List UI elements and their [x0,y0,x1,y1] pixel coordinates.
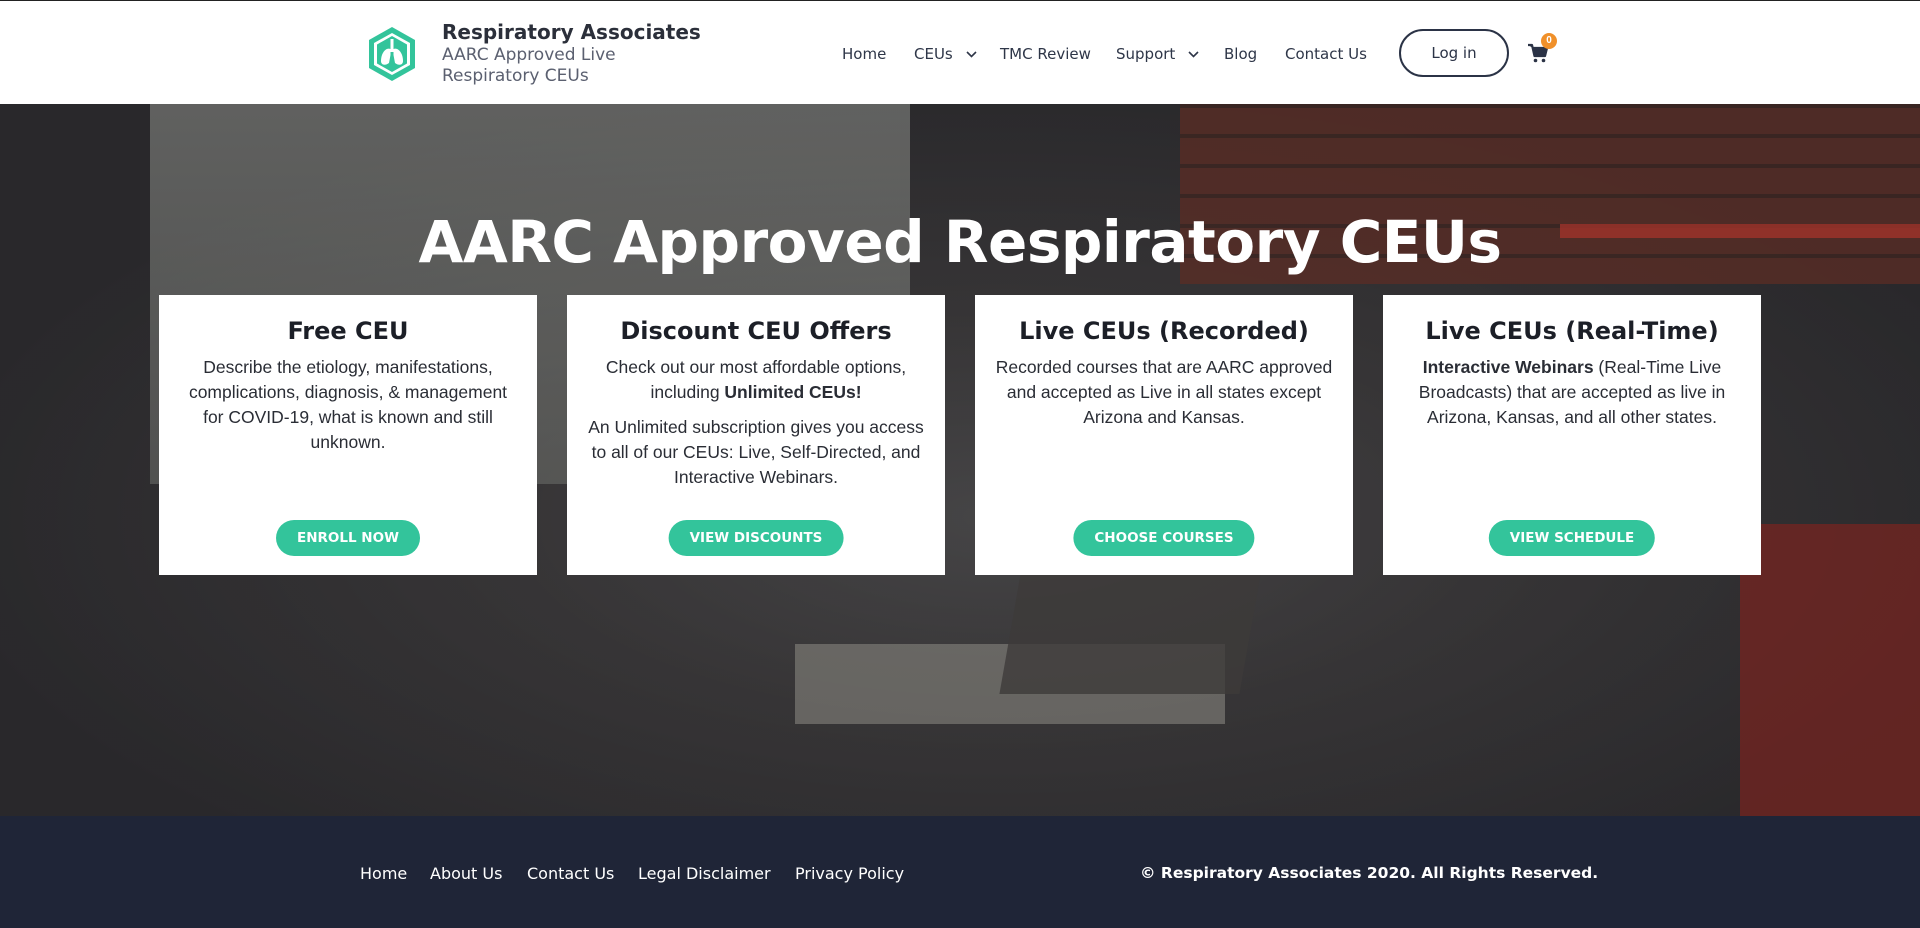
card-free-ceu: Free CEU Describe the etiology, manifest… [159,295,537,575]
card-description-bold: Interactive Webinars [1422,357,1594,377]
site-footer [0,816,1920,928]
hero-background-cabinet [1740,524,1920,816]
site-header: Respiratory Associates AARC Approved Liv… [0,0,1920,104]
brand-title[interactable]: Respiratory Associates [442,20,701,44]
card-description: Check out our most affordable options, i… [587,355,925,405]
card-title: Live CEUs (Real-Time) [1425,317,1719,345]
nav-ceus[interactable]: CEUs [914,45,977,63]
nav-tmc-review[interactable]: TMC Review [1000,45,1091,63]
view-discounts-button[interactable]: VIEW DISCOUNTS [668,520,844,556]
footer-link-privacy-policy[interactable]: Privacy Policy [795,864,904,883]
lungs-logo-icon[interactable] [366,25,418,83]
chevron-down-icon [1188,51,1199,58]
card-live-ceus-real-time: Live CEUs (Real-Time) Interactive Webina… [1383,295,1761,575]
card-description: Recorded courses that are AARC approved … [995,357,1333,427]
hero-title: AARC Approved Respiratory CEUs [418,208,1502,276]
hero-background-laptop [999,574,1261,694]
footer-link-contact-us[interactable]: Contact Us [527,864,614,883]
card-title: Live CEUs (Recorded) [1019,317,1309,345]
view-schedule-button[interactable]: VIEW SCHEDULE [1488,520,1656,556]
card-description-secondary: An Unlimited subscription gives you acce… [588,417,924,487]
footer-link-legal-disclaimer[interactable]: Legal Disclaimer [638,864,771,883]
footer-link-about-us[interactable]: About Us [430,864,502,883]
footer-link-home[interactable]: Home [360,864,407,883]
brand-subtitle: AARC Approved Live Respiratory CEUs [442,45,616,86]
card-discount-ceu-offers: Discount CEU Offers Check out our most a… [567,295,945,575]
login-button[interactable]: Log in [1399,29,1509,77]
card-description: Describe the etiology, manifestations, c… [188,357,508,452]
cart-count-badge: 0 [1541,33,1557,49]
nav-contact-us[interactable]: Contact Us [1285,45,1367,63]
choose-courses-button[interactable]: CHOOSE COURSES [1073,520,1255,556]
card-description: Interactive Webinars (Real-Time Live Bro… [1403,355,1741,430]
card-description-bold: Unlimited CEUs! [724,382,862,402]
nav-support-label: Support [1116,45,1176,63]
chevron-down-icon [965,51,977,58]
nav-home[interactable]: Home [842,45,886,63]
nav-blog[interactable]: Blog [1224,45,1257,63]
nav-ceus-label: CEUs [914,45,953,63]
enroll-now-button[interactable]: ENROLL NOW [276,520,420,556]
card-title: Free CEU [287,317,409,345]
footer-copyright: © Respiratory Associates 2020. All Right… [1140,864,1599,882]
card-live-ceus-recorded: Live CEUs (Recorded) Recorded courses th… [975,295,1353,575]
nav-support[interactable]: Support [1116,45,1199,63]
card-title: Discount CEU Offers [620,317,892,345]
